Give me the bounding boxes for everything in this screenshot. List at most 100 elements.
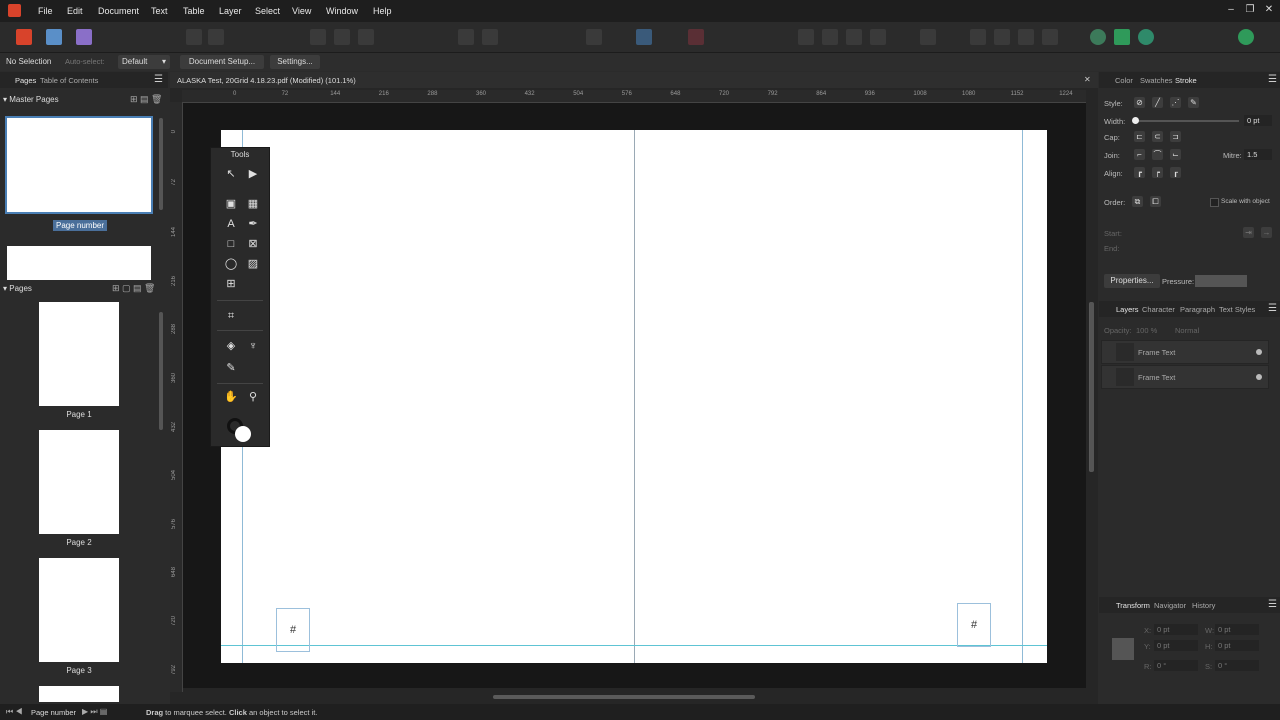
- sync-icon[interactable]: [1138, 29, 1154, 45]
- arrange-icon[interactable]: [798, 29, 814, 45]
- resources-icon[interactable]: [1114, 29, 1130, 45]
- transform-field-value[interactable]: 0 pt: [1154, 640, 1198, 651]
- horizontal-scrollbar[interactable]: [493, 695, 755, 699]
- close-window-button[interactable]: ✕: [1262, 4, 1276, 15]
- ellipse-tool-icon[interactable]: ◯: [223, 256, 239, 272]
- tab-transform[interactable]: Transform: [1116, 601, 1150, 610]
- menu-text[interactable]: Text: [151, 6, 168, 16]
- master-pages-scrollbar[interactable]: [159, 118, 163, 210]
- menu-file[interactable]: File: [38, 6, 53, 16]
- pressure-graph[interactable]: [1195, 275, 1247, 287]
- fill-tool-icon[interactable]: ◈: [223, 338, 239, 354]
- designer-persona-icon[interactable]: [76, 29, 92, 45]
- layers-scrollbar[interactable]: [1090, 302, 1094, 472]
- account-icon[interactable]: [1238, 29, 1254, 45]
- pages-scrollbar[interactable]: [159, 312, 163, 430]
- node-tool-icon[interactable]: ▶: [245, 166, 261, 182]
- distribute-icon[interactable]: [920, 29, 936, 45]
- page-nav-icons[interactable]: ⏮ ◀: [6, 707, 23, 717]
- document-tab[interactable]: ALASKA Test, 20Grid 4.18.23.pdf (Modifie…: [170, 72, 1098, 88]
- menu-view[interactable]: View: [292, 6, 311, 16]
- picture-frame-tool-icon[interactable]: ⊠: [245, 236, 261, 252]
- preview-mode-icon[interactable]: [586, 29, 602, 45]
- page-thumbnail-3[interactable]: [39, 558, 119, 662]
- master-page-label[interactable]: Page number: [53, 220, 108, 231]
- page-actions-icon[interactable]: ⊞ ▢ ▤ 🗑: [112, 283, 155, 294]
- bevel-join-icon[interactable]: ⌙: [1170, 149, 1181, 160]
- pin-icon[interactable]: [458, 29, 474, 45]
- vertical-ruler[interactable]: 0 72 144 216 288 360 432 504 576 648 720 792: [170, 102, 183, 692]
- master-page-actions-icon[interactable]: ⊞ ▤ 🗑: [130, 94, 162, 105]
- tab-color[interactable]: Color: [1115, 76, 1133, 85]
- blend-mode-dropdown[interactable]: Normal: [1175, 326, 1199, 335]
- publisher-persona-icon[interactable]: [16, 29, 32, 45]
- tab-character[interactable]: Character: [1142, 305, 1175, 314]
- page-left[interactable]: [221, 130, 634, 663]
- mitre-field[interactable]: 1.5: [1244, 149, 1272, 160]
- color-swatches[interactable]: [227, 418, 253, 444]
- align-right-icon[interactable]: [870, 29, 886, 45]
- tab-text-styles[interactable]: Text Styles: [1219, 305, 1255, 314]
- page-thumbnail-4[interactable]: [39, 686, 119, 702]
- transform-field-value[interactable]: 0 °: [1215, 660, 1259, 671]
- text-wrap-icon[interactable]: [482, 29, 498, 45]
- tab-stroke[interactable]: Stroke: [1175, 76, 1197, 85]
- brush-stroke-icon[interactable]: ✎: [1188, 97, 1199, 108]
- tab-paragraph[interactable]: Paragraph: [1180, 305, 1215, 314]
- menu-edit[interactable]: Edit: [67, 6, 83, 16]
- menu-select[interactable]: Select: [255, 6, 280, 16]
- dashed-line-icon[interactable]: ⋰: [1170, 97, 1181, 108]
- width-slider[interactable]: [1134, 120, 1239, 122]
- crop-tool-icon[interactable]: ⌗: [223, 308, 239, 324]
- page-thumbnail-1[interactable]: [39, 302, 119, 406]
- tab-navigator[interactable]: Navigator: [1154, 601, 1186, 610]
- square-cap-icon[interactable]: ⊐: [1170, 131, 1181, 142]
- panel-menu-icon[interactable]: ☰: [1268, 74, 1277, 85]
- layer-row-1[interactable]: Frame Text: [1101, 340, 1269, 364]
- page-thumbnail-2[interactable]: [39, 430, 119, 534]
- canvas[interactable]: # #: [183, 103, 1086, 688]
- transform-field-value[interactable]: 0 pt: [1154, 624, 1198, 635]
- settings-button[interactable]: Settings...: [270, 55, 320, 69]
- arrow-swap-end-icon[interactable]: →: [1261, 227, 1272, 238]
- visibility-dot-icon[interactable]: [1256, 349, 1262, 355]
- master-page-thumbnail-2[interactable]: [7, 246, 151, 280]
- color-picker-tool-icon[interactable]: ✎: [223, 360, 239, 376]
- tab-history[interactable]: History: [1192, 601, 1215, 610]
- panel-menu-icon[interactable]: ☰: [154, 74, 163, 85]
- rectangle-tool-icon[interactable]: □: [223, 236, 239, 252]
- properties-button[interactable]: Properties...: [1104, 274, 1160, 288]
- opacity-value[interactable]: 100 %: [1136, 326, 1157, 335]
- width-field[interactable]: 0 pt: [1244, 115, 1272, 126]
- menu-table[interactable]: Table: [183, 6, 205, 16]
- place-image-tool-icon[interactable]: ▨: [245, 256, 261, 272]
- zoom-tool-icon[interactable]: ⚲: [245, 389, 261, 405]
- preflight-icon[interactable]: [186, 29, 202, 45]
- frame-text-tool-icon[interactable]: ▣: [223, 196, 239, 212]
- arrow-swap-icon[interactable]: ⇥: [1243, 227, 1254, 238]
- no-stroke-icon[interactable]: ⊘: [1134, 97, 1145, 108]
- round-cap-icon[interactable]: ⊂: [1152, 131, 1163, 142]
- round-join-icon[interactable]: ⌒: [1152, 149, 1163, 160]
- scale-with-object-checkbox[interactable]: [1210, 198, 1219, 207]
- restore-button[interactable]: ❐: [1243, 4, 1257, 15]
- panel-menu-icon[interactable]: ☰: [1268, 599, 1277, 610]
- pen-tool-icon[interactable]: ✒: [245, 216, 261, 232]
- boolean-xor-icon[interactable]: [1042, 29, 1058, 45]
- table-tool-icon[interactable]: ▦: [245, 196, 261, 212]
- hand-tool-icon[interactable]: ✋: [223, 389, 239, 405]
- transform-field-value[interactable]: 0 pt: [1215, 640, 1259, 651]
- menu-layer[interactable]: Layer: [219, 6, 242, 16]
- fill-color-swatch[interactable]: [235, 426, 251, 442]
- layer-row-2[interactable]: Frame Text: [1101, 365, 1269, 389]
- document-setup-button[interactable]: Document Setup...: [180, 55, 264, 69]
- page-forward-icons[interactable]: ▶ ⏭ ▤: [82, 707, 107, 717]
- clip-icon[interactable]: [334, 29, 350, 45]
- artistic-text-tool-icon[interactable]: A: [223, 216, 239, 232]
- visibility-dot-icon[interactable]: [1256, 374, 1262, 380]
- pages-heading[interactable]: ▾ Pages: [3, 284, 32, 293]
- gear-icon[interactable]: [208, 29, 224, 45]
- master-page-thumbnail[interactable]: [5, 116, 153, 214]
- transform-field-value[interactable]: 0 °: [1154, 660, 1198, 671]
- width-slider-handle[interactable]: [1132, 117, 1139, 124]
